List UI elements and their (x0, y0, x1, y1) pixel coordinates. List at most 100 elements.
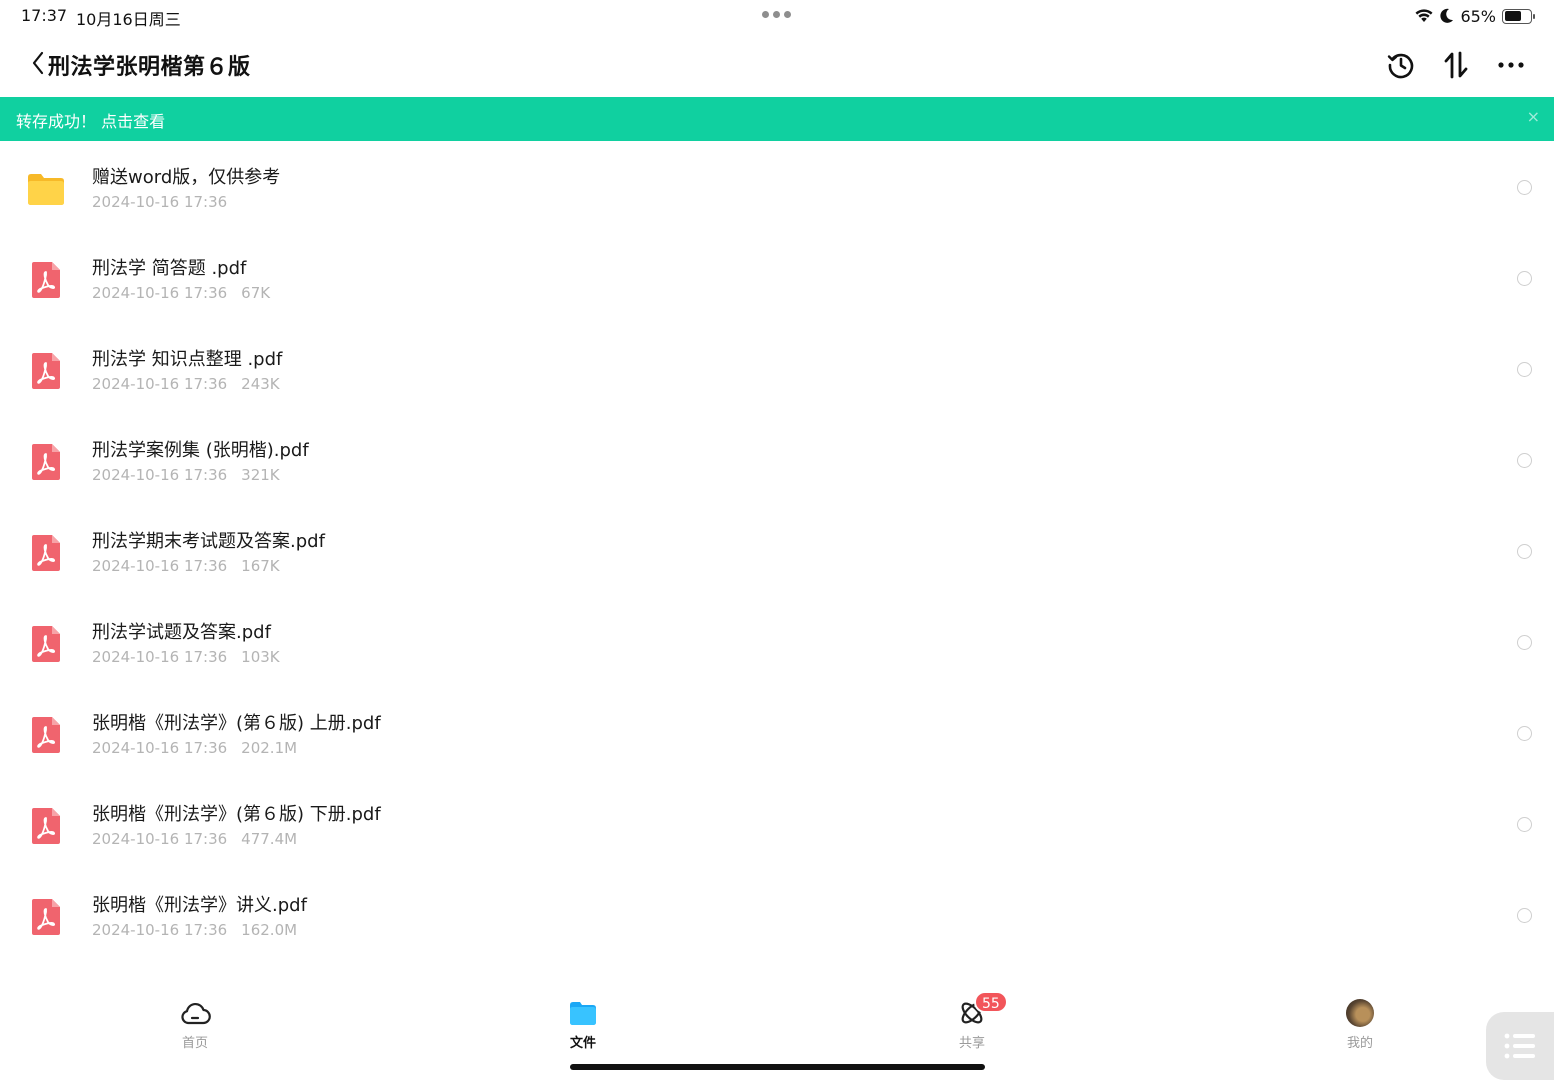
file-name: 刑法学 知识点整理 .pdf (92, 349, 283, 370)
tab-files[interactable]: 文件 (523, 995, 643, 1055)
pdf-file-icon (31, 534, 61, 572)
tab-label: 共享 (958, 1036, 985, 1051)
file-date: 2024-10-16 17:36 (92, 557, 228, 575)
tab-label: 我的 (1346, 1036, 1373, 1051)
sort-icon (1444, 51, 1468, 79)
status-indicators: 65% (1414, 5, 1535, 27)
file-name: 赠送word版，仅供参考 (92, 167, 281, 188)
file-row-pdf[interactable]: 张明楷《刑法学》(第６版) 上册.pdf 2024-10-16 17:36 202… (0, 687, 1554, 778)
file-size: 167K (241, 557, 280, 575)
file-size: 243K (241, 375, 280, 393)
pdf-file-icon (31, 898, 61, 936)
select-checkbox[interactable] (1517, 635, 1532, 650)
file-meta: 2024-10-16 17:36 (92, 193, 227, 211)
file-size: 103K (241, 648, 280, 666)
file-date: 2024-10-16 17:36 (92, 193, 228, 211)
select-checkbox[interactable] (1517, 726, 1532, 741)
wifi-icon (1415, 9, 1433, 22)
battery-percent: 65% (1460, 6, 1496, 26)
more-button[interactable] (1494, 48, 1528, 82)
file-meta: 2024-10-16 17:36 67K (92, 284, 270, 302)
pdf-file-icon (31, 261, 61, 299)
history-button[interactable] (1384, 48, 1418, 82)
file-date: 2024-10-16 17:36 (92, 648, 228, 666)
file-name: 刑法学 简答题 .pdf (92, 258, 247, 279)
file-name: 张明楷《刑法学》讲义.pdf (92, 895, 307, 916)
page-title: 刑法学张明楷第６版 (48, 55, 251, 80)
list-icon (1504, 1033, 1535, 1059)
tab-bar: 首页 文件 55 共享 我的 (0, 983, 1554, 1080)
file-row-pdf[interactable]: 刑法学 简答题 .pdf 2024-10-16 17:36 67K (0, 232, 1554, 323)
file-date: 2024-10-16 17:36 (92, 375, 228, 393)
navigation-bar: 刑法学张明楷第６版 (0, 36, 1554, 94)
select-checkbox[interactable] (1517, 908, 1532, 923)
file-size: 202.1M (241, 739, 298, 757)
file-row-pdf[interactable]: 刑法学试题及答案.pdf 2024-10-16 17:36 103K (0, 596, 1554, 687)
file-name: 张明楷《刑法学》(第６版) 下册.pdf (92, 804, 381, 825)
status-time: 17:37 (21, 6, 68, 25)
select-checkbox[interactable] (1517, 180, 1532, 195)
status-date: 10月16日周三 (76, 10, 181, 29)
tab-label: 文件 (569, 1036, 596, 1051)
pdf-file-icon (31, 443, 61, 481)
history-icon (1387, 53, 1414, 79)
file-date: 2024-10-16 17:36 (92, 739, 228, 757)
file-date: 2024-10-16 17:36 (92, 466, 228, 484)
file-meta: 2024-10-16 17:36 103K (92, 648, 280, 666)
home-indicator[interactable] (570, 1064, 985, 1070)
select-checkbox[interactable] (1517, 544, 1532, 559)
pdf-file-icon (31, 352, 61, 390)
select-checkbox[interactable] (1517, 271, 1532, 286)
moon-icon (1440, 8, 1454, 23)
file-meta: 2024-10-16 17:36 202.1M (92, 739, 297, 757)
select-checkbox[interactable] (1517, 453, 1532, 468)
notification-badge: 55 (974, 991, 1008, 1013)
file-meta: 2024-10-16 17:36 162.0M (92, 921, 297, 939)
pdf-file-icon (31, 716, 61, 754)
select-checkbox[interactable] (1517, 817, 1532, 832)
banner-close-button[interactable]: × (1527, 107, 1540, 126)
file-date: 2024-10-16 17:36 (92, 830, 228, 848)
file-row-pdf[interactable]: 刑法学 知识点整理 .pdf 2024-10-16 17:36 243K (0, 323, 1554, 414)
floating-menu-button[interactable] (1486, 1012, 1554, 1080)
file-meta: 2024-10-16 17:36 477.4M (92, 830, 297, 848)
save-success-banner[interactable]: 转存成功！ 点击查看 × (0, 97, 1554, 141)
file-row-pdf[interactable]: 张明楷《刑法学》(第６版) 下册.pdf 2024-10-16 17:36 477… (0, 778, 1554, 869)
file-meta: 2024-10-16 17:36 243K (92, 375, 280, 393)
sort-button[interactable] (1439, 48, 1473, 82)
file-date: 2024-10-16 17:36 (92, 284, 228, 302)
multitasking-dots-icon[interactable] (762, 11, 791, 18)
file-size: 162.0M (241, 921, 298, 939)
file-row-pdf[interactable]: 张明楷《刑法学》讲义.pdf 2024-10-16 17:36 162.0M (0, 869, 1554, 960)
cloud-icon (181, 1002, 211, 1025)
file-row-folder[interactable]: 赠送word版，仅供参考 2024-10-16 17:36 (0, 141, 1554, 232)
file-size: 321K (241, 466, 280, 484)
tab-share[interactable]: 55 共享 (912, 991, 1032, 1055)
banner-text: 转存成功！ 点击查看 (16, 112, 166, 131)
more-icon (1498, 62, 1524, 68)
file-name: 张明楷《刑法学》(第６版) 上册.pdf (92, 713, 381, 734)
tab-mine[interactable]: 我的 (1300, 995, 1420, 1055)
file-row-pdf[interactable]: 刑法学案例集 (张明楷).pdf 2024-10-16 17:36 321K (0, 414, 1554, 505)
file-meta: 2024-10-16 17:36 321K (92, 466, 280, 484)
file-date: 2024-10-16 17:36 (92, 921, 228, 939)
file-list: 赠送word版，仅供参考 2024-10-16 17:36 刑法学 简答题 .p… (0, 141, 1554, 983)
file-name: 刑法学试题及答案.pdf (92, 622, 271, 643)
tab-home[interactable]: 首页 (135, 995, 255, 1055)
select-checkbox[interactable] (1517, 362, 1532, 377)
status-bar: 17:37 10月16日周三 65% (0, 0, 1554, 32)
file-size: 477.4M (241, 830, 298, 848)
pdf-file-icon (31, 625, 61, 663)
file-name: 刑法学期末考试题及答案.pdf (92, 531, 325, 552)
pdf-file-icon (31, 807, 61, 845)
folder-icon (28, 174, 64, 205)
file-name: 刑法学案例集 (张明楷).pdf (92, 440, 309, 461)
chevron-left-icon (32, 51, 44, 75)
tab-label: 首页 (181, 1036, 208, 1051)
file-meta: 2024-10-16 17:36 167K (92, 557, 280, 575)
folder-icon (570, 1002, 596, 1025)
file-size: 67K (241, 284, 271, 302)
file-row-pdf[interactable]: 刑法学期末考试题及答案.pdf 2024-10-16 17:36 167K (0, 505, 1554, 596)
avatar (1346, 999, 1374, 1027)
battery-icon (1502, 8, 1535, 24)
